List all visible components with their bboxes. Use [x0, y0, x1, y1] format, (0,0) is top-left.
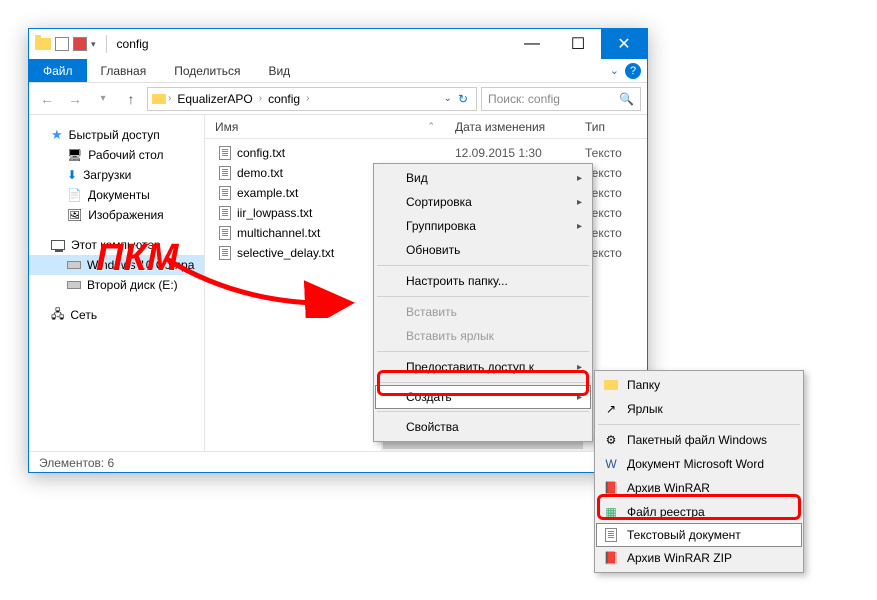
menu-new-winrar[interactable]: 📕Архив WinRAR	[597, 476, 801, 500]
chevron-right-icon: ›	[168, 93, 171, 104]
file-name: example.txt	[237, 186, 298, 200]
nav-desktop[interactable]: 🖥Рабочий стол	[29, 145, 204, 165]
menu-new-registry[interactable]: ▦Файл реестра	[597, 500, 801, 524]
file-row[interactable]: config.txt 12.09.2015 1:30Тексто	[205, 143, 647, 163]
folder-icon	[35, 38, 51, 50]
nav-pictures[interactable]: 🖼Изображения	[29, 205, 204, 225]
sort-icon: ⌃	[427, 121, 435, 132]
breadcrumb-seg[interactable]: EqualizerAPO	[173, 92, 256, 106]
nav-downloads[interactable]: ⬇Загрузки	[29, 165, 204, 185]
titlebar: ▾ config — ☐ ✕	[29, 29, 647, 59]
window-controls: — ☐ ✕	[509, 29, 647, 59]
menu-refresh[interactable]: Обновить	[376, 238, 590, 262]
col-type[interactable]: Тип	[575, 120, 615, 134]
ribbon: Файл Главная Поделиться Вид ⌄ ?	[29, 59, 647, 83]
folder-icon	[603, 377, 619, 393]
up-button[interactable]: ↑	[119, 87, 143, 111]
col-name[interactable]: Имя⌃	[205, 120, 445, 134]
window-title: config	[117, 37, 149, 51]
menu-paste: Вставить	[376, 300, 590, 324]
document-icon: 📄	[67, 188, 82, 202]
context-menu: Вид Сортировка Группировка Обновить Наст…	[373, 163, 593, 442]
breadcrumb[interactable]: › EqualizerAPO › config › ⌄ ↻	[147, 87, 477, 111]
search-icon: 🔍	[619, 92, 634, 106]
text-icon	[603, 527, 619, 543]
chevron-down-icon[interactable]: ⌄	[610, 64, 619, 77]
close-button[interactable]: ✕	[601, 29, 647, 59]
file-name: demo.txt	[237, 166, 283, 180]
star-icon: ★	[51, 127, 63, 143]
status-bar: Элементов: 6	[29, 451, 647, 473]
maximize-button[interactable]: ☐	[555, 29, 601, 59]
ribbon-home[interactable]: Главная	[87, 59, 161, 82]
menu-group[interactable]: Группировка	[376, 214, 590, 238]
chevron-right-icon: ›	[306, 93, 309, 104]
menu-sort[interactable]: Сортировка	[376, 190, 590, 214]
help-icon[interactable]: ?	[625, 63, 641, 79]
registry-icon: ▦	[603, 504, 619, 520]
text-icon	[219, 206, 231, 220]
gear-icon: ⚙	[603, 432, 619, 448]
ribbon-file[interactable]: Файл	[29, 59, 87, 82]
back-button[interactable]: ←	[35, 87, 59, 111]
breadcrumb-seg[interactable]: config	[264, 92, 304, 106]
search-placeholder: Поиск: config	[488, 92, 560, 106]
chevron-down-icon[interactable]: ⌄	[444, 93, 452, 104]
menu-paste-shortcut: Вставить ярлык	[376, 324, 590, 348]
shortcut-icon: ↗	[603, 401, 619, 417]
winrar-icon: 📕	[603, 480, 619, 496]
col-date[interactable]: Дата изменения	[445, 120, 575, 134]
download-icon: ⬇	[67, 168, 77, 182]
menu-new-batch[interactable]: ⚙Пакетный файл Windows	[597, 428, 801, 452]
network-icon: 🖧	[51, 305, 64, 326]
minimize-button[interactable]: —	[509, 29, 555, 59]
qat-icon[interactable]	[73, 37, 87, 51]
recent-button[interactable]: ▾	[91, 87, 115, 111]
file-date: 12.09.2015 1:30	[445, 146, 575, 160]
pc-icon	[51, 240, 65, 250]
item-count: Элементов: 6	[39, 456, 114, 470]
menu-new-shortcut[interactable]: ↗Ярлык	[597, 397, 801, 421]
menu-view[interactable]: Вид	[376, 166, 590, 190]
winrar-icon: 📕	[603, 550, 619, 566]
menu-new-textdoc[interactable]: Текстовый документ	[596, 523, 802, 547]
disk-icon	[67, 281, 81, 289]
file-name: multichannel.txt	[237, 226, 320, 240]
picture-icon: 🖼	[67, 208, 82, 222]
word-icon: W	[603, 456, 619, 472]
menu-properties[interactable]: Свойства	[376, 415, 590, 439]
text-icon	[219, 186, 231, 200]
file-type: Тексто	[575, 146, 622, 160]
file-name: iir_lowpass.txt	[237, 206, 312, 220]
annotation-arrow	[155, 248, 365, 318]
text-icon	[219, 226, 231, 240]
qat: ▾ config	[29, 35, 155, 53]
nav-documents[interactable]: 📄Документы	[29, 185, 204, 205]
context-submenu-create: Папку ↗Ярлык ⚙Пакетный файл Windows WДок…	[594, 370, 804, 573]
desktop-icon: 🖥	[67, 148, 82, 162]
chevron-down-icon[interactable]: ▾	[91, 39, 96, 50]
menu-new-word[interactable]: WДокумент Microsoft Word	[597, 452, 801, 476]
refresh-icon[interactable]: ↻	[454, 92, 472, 106]
menu-give-access[interactable]: Предоставить доступ к	[376, 355, 590, 379]
file-name: config.txt	[237, 146, 285, 160]
text-icon	[219, 146, 231, 160]
qat-icon[interactable]	[55, 37, 69, 51]
chevron-right-icon: ›	[259, 93, 262, 104]
search-input[interactable]: Поиск: config 🔍	[481, 87, 641, 111]
column-headers: Имя⌃ Дата изменения Тип	[205, 115, 647, 139]
ribbon-view[interactable]: Вид	[254, 59, 304, 82]
folder-icon	[152, 94, 166, 104]
disk-icon	[67, 261, 81, 269]
nav-quick-access[interactable]: ★Быстрый доступ	[29, 125, 204, 145]
text-icon	[219, 166, 231, 180]
menu-new-folder[interactable]: Папку	[597, 373, 801, 397]
menu-create[interactable]: Создать	[375, 385, 591, 409]
address-bar: ← → ▾ ↑ › EqualizerAPO › config › ⌄ ↻ По…	[29, 83, 647, 115]
forward-button[interactable]: →	[63, 87, 87, 111]
ribbon-share[interactable]: Поделиться	[160, 59, 254, 82]
menu-new-winrarzip[interactable]: 📕Архив WinRAR ZIP	[597, 546, 801, 570]
menu-customize[interactable]: Настроить папку...	[376, 269, 590, 293]
